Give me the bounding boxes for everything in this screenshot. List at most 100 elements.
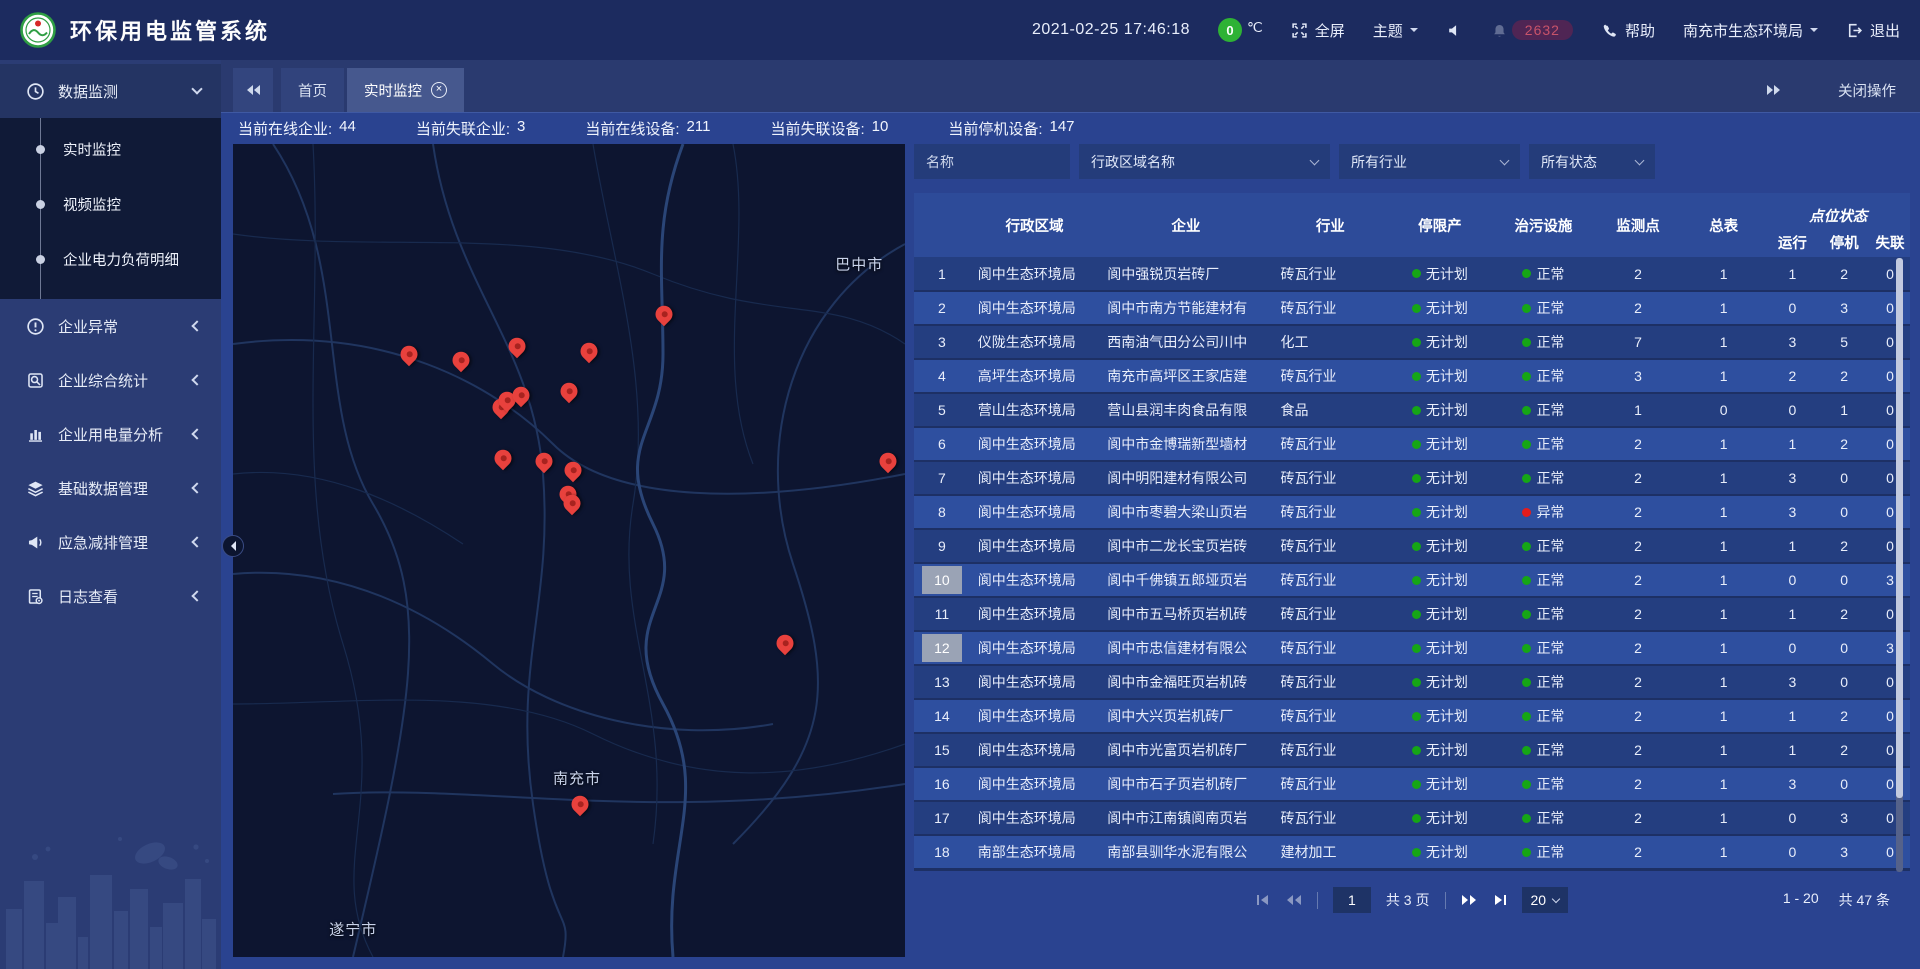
- sidebar-item-enterprise-statistics[interactable]: 企业综合统计: [0, 353, 221, 407]
- cell-meters: 1: [1681, 563, 1767, 597]
- close-operations-button[interactable]: 关闭操作: [1838, 80, 1896, 101]
- cell-company: 阆中市光富页岩机砖厂: [1099, 733, 1272, 767]
- tab-home[interactable]: 首页: [281, 68, 344, 112]
- sidebar-subitem-realtime-monitoring[interactable]: 实时监控: [0, 122, 221, 177]
- cell-stop: 0: [1818, 665, 1870, 699]
- cell-region: 阆中生态环境局: [970, 291, 1099, 325]
- status-dot-green-icon: [1522, 848, 1531, 857]
- sidebar-subitem-enterprise-power-load-detail[interactable]: 企业电力负荷明细: [0, 232, 221, 287]
- tabs-scroll-left-button[interactable]: [233, 68, 273, 112]
- prev-page-button[interactable]: [1285, 894, 1302, 906]
- next-page-button[interactable]: [1461, 894, 1478, 906]
- cell-meters: 1: [1681, 529, 1767, 563]
- sidebar-item-base-data-management[interactable]: 基础数据管理: [0, 461, 221, 515]
- fullscreen-label: 全屏: [1315, 20, 1345, 41]
- status-dot-green-icon: [1522, 644, 1531, 653]
- status-dot-green-icon: [1412, 746, 1421, 755]
- stat-label: 当前在线企业:: [238, 118, 332, 139]
- triangle-left-icon: [226, 541, 236, 551]
- tab-realtime-monitoring[interactable]: 实时监控 ×: [347, 68, 464, 112]
- cell-stop: 2: [1818, 529, 1870, 563]
- cell-stop: 2: [1818, 733, 1870, 767]
- status-dot-green-icon: [1412, 440, 1421, 449]
- cell-meters: 1: [1681, 495, 1767, 529]
- table-scrollbar-thumb[interactable]: [1896, 258, 1903, 798]
- cell-limit: 无计划: [1388, 461, 1492, 495]
- table-row[interactable]: 12 阆中生态环境局 阆中市忠信建材有限公 砖瓦行业 无计划 正常 2 1 0 …: [914, 631, 1910, 665]
- table-row[interactable]: 11 阆中生态环境局 阆中市五马桥页岩机砖 砖瓦行业 无计划 正常 2 1 1 …: [914, 597, 1910, 631]
- table-row[interactable]: 17 阆中生态环境局 阆中市江南镇阆南页岩 砖瓦行业 无计划 正常 2 1 0 …: [914, 801, 1910, 835]
- table-row[interactable]: 4 高坪生态环境局 南充市高坪区王家店建 砖瓦行业 无计划 正常 3 1 2 2…: [914, 359, 1910, 393]
- cell-lost: 0: [1870, 359, 1910, 393]
- status-dot-green-icon: [1412, 406, 1421, 415]
- status-dot-green-icon: [1412, 644, 1421, 653]
- map-collapse-button[interactable]: [222, 535, 244, 557]
- table-row[interactable]: 2 阆中生态环境局 阆中市南方节能建材有 砖瓦行业 无计划 正常 2 1 0 3…: [914, 291, 1910, 325]
- bullet-dot-icon: [36, 255, 45, 264]
- sidebar-subitem-video-monitoring[interactable]: 视频监控: [0, 177, 221, 232]
- tab-close-icon[interactable]: ×: [431, 82, 447, 98]
- cell-stop: 3: [1818, 801, 1870, 835]
- map-canvas[interactable]: 巴中市南充市遂宁市: [233, 144, 905, 957]
- sidebar-item-log-view[interactable]: 日志查看: [0, 569, 221, 623]
- notification-count-badge: 2632: [1512, 20, 1573, 40]
- sidebar-item-data-monitoring[interactable]: 数据监测: [0, 64, 221, 118]
- table-row[interactable]: 10 阆中生态环境局 阆中千佛镇五郎垭页岩 砖瓦行业 无计划 正常 2 1 0 …: [914, 563, 1910, 597]
- fullscreen-button[interactable]: 全屏: [1291, 20, 1345, 41]
- sidebar-item-label: 企业综合统计: [58, 370, 148, 391]
- status-select[interactable]: 所有状态: [1529, 144, 1655, 179]
- temperature-badge: 0: [1218, 18, 1242, 42]
- cell-run: 1: [1767, 597, 1819, 631]
- cell-index: 13: [914, 665, 970, 699]
- region-select[interactable]: 行政区域名称: [1079, 144, 1330, 179]
- table-row[interactable]: 18 南部生态环境局 南部县驯华水泥有限公 建材加工 无计划 正常 2 1 0 …: [914, 835, 1910, 869]
- last-page-button[interactable]: [1493, 894, 1507, 906]
- theme-dropdown[interactable]: 主题: [1373, 20, 1418, 41]
- bullet-dot-icon: [36, 200, 45, 209]
- cell-points: 2: [1595, 529, 1681, 563]
- sidebar-item-enterprise-abnormal[interactable]: 企业异常: [0, 299, 221, 353]
- table-row[interactable]: 7 阆中生态环境局 阆中明阳建材有限公司 砖瓦行业 无计划 正常 2 1 3 0…: [914, 461, 1910, 495]
- table-row[interactable]: 6 阆中生态环境局 阆中市金博瑞新型墙材 砖瓦行业 无计划 正常 2 1 1 2…: [914, 427, 1910, 461]
- table-row[interactable]: 13 阆中生态环境局 阆中市金福旺页岩机砖 砖瓦行业 无计划 正常 2 1 3 …: [914, 665, 1910, 699]
- table-row[interactable]: 3 仪陇生态环境局 西南油气田分公司川中 化工 无计划 正常 7 1 3 5 0: [914, 325, 1910, 359]
- current-page-input[interactable]: 1: [1333, 887, 1371, 913]
- table-row[interactable]: 5 营山生态环境局 营山县润丰肉食品有限 食品 无计划 正常 1 0 0 1 0: [914, 393, 1910, 427]
- name-search-input[interactable]: [914, 144, 1070, 179]
- logout-label: 退出: [1870, 20, 1900, 41]
- help-button[interactable]: 帮助: [1601, 20, 1655, 41]
- table-scrollbar-track[interactable]: [1896, 258, 1903, 872]
- pagination-divider: [1317, 892, 1318, 909]
- col-header-point-status-group: 点位状态: [1767, 193, 1910, 228]
- cell-points: 2: [1595, 767, 1681, 801]
- table-row[interactable]: 15 阆中生态环境局 阆中市光富页岩机砖厂 砖瓦行业 无计划 正常 2 1 1 …: [914, 733, 1910, 767]
- table-row[interactable]: 8 阆中生态环境局 阆中市枣碧大梁山页岩 砖瓦行业 无计划 异常 2 1 3 0…: [914, 495, 1910, 529]
- sidebar-item-emergency-reduction[interactable]: 应急减排管理: [0, 515, 221, 569]
- sidebar-item-enterprise-power-analysis[interactable]: 企业用电量分析: [0, 407, 221, 461]
- cell-company: 西南油气田分公司川中: [1099, 325, 1272, 359]
- table-row[interactable]: 9 阆中生态环境局 阆中市二龙长宝页岩砖 砖瓦行业 无计划 正常 2 1 1 2…: [914, 529, 1910, 563]
- cell-facility: 正常: [1492, 767, 1596, 801]
- col-header-facility: 治污设施: [1492, 193, 1596, 257]
- cell-run: 3: [1767, 767, 1819, 801]
- tabs-scroll-right-button[interactable]: [1754, 68, 1794, 112]
- table-row[interactable]: 1 阆中生态环境局 阆中强锐页岩砖厂 砖瓦行业 无计划 正常 2 1 1 2 0: [914, 257, 1910, 291]
- sound-button[interactable]: [1446, 22, 1463, 39]
- cell-lost: 0: [1870, 835, 1910, 869]
- cell-industry: 砖瓦行业: [1273, 733, 1389, 767]
- industry-select[interactable]: 所有行业: [1339, 144, 1520, 179]
- col-header-limit: 停限产: [1388, 193, 1492, 257]
- table-row[interactable]: 16 阆中生态环境局 阆中市石子页岩机砖厂 砖瓦行业 无计划 正常 2 1 3 …: [914, 767, 1910, 801]
- page-title: 环保用电监管系统: [70, 14, 270, 46]
- status-dot-green-icon: [1522, 780, 1531, 789]
- status-dot-green-icon: [1412, 848, 1421, 857]
- org-dropdown[interactable]: 南充市生态环境局: [1683, 20, 1818, 41]
- cell-limit: 无计划: [1388, 393, 1492, 427]
- first-page-button[interactable]: [1256, 894, 1270, 906]
- cell-stop: 0: [1818, 461, 1870, 495]
- page-size-select[interactable]: 20: [1522, 887, 1569, 913]
- notifications-button[interactable]: 2632: [1491, 20, 1573, 40]
- tab-list: 首页 实时监控 ×: [281, 68, 464, 112]
- table-row[interactable]: 14 阆中生态环境局 阆中大兴页岩机砖厂 砖瓦行业 无计划 正常 2 1 1 2…: [914, 699, 1910, 733]
- logout-button[interactable]: 退出: [1846, 20, 1900, 41]
